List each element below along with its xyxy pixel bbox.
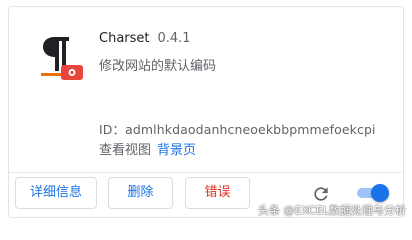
extension-name-row: Charset 0.4.1 — [99, 31, 191, 46]
extension-version: 0.4.1 — [157, 31, 191, 46]
inspect-views-row: 查看视图 背景页 — [99, 139, 196, 158]
remove-button[interactable]: 删除 — [108, 177, 173, 209]
inspect-views-label: 查看视图 — [99, 143, 152, 158]
errors-button[interactable]: 错误 — [185, 177, 250, 209]
details-button[interactable]: 详细信息 — [15, 177, 97, 209]
extension-card: Charset 0.4.1 修改网站的默认编码 ID：admlhkdaodanhc… — [8, 6, 404, 218]
enable-toggle[interactable] — [355, 184, 389, 202]
background-page-link[interactable]: 背景页 — [157, 143, 196, 158]
card-divider — [9, 172, 403, 173]
extension-id: ID：admlhkdaodanhcneoekbbpmmefoekcpi — [99, 122, 376, 137]
charset-extension-icon — [41, 37, 83, 80]
extension-name: Charset — [99, 31, 150, 46]
extension-description: 修改网站的默认编码 — [99, 59, 217, 74]
toggle-knob — [371, 184, 389, 202]
watermark: 头条 @EXCEL数据处理与分析 — [258, 204, 406, 217]
reload-icon[interactable] — [311, 184, 331, 204]
